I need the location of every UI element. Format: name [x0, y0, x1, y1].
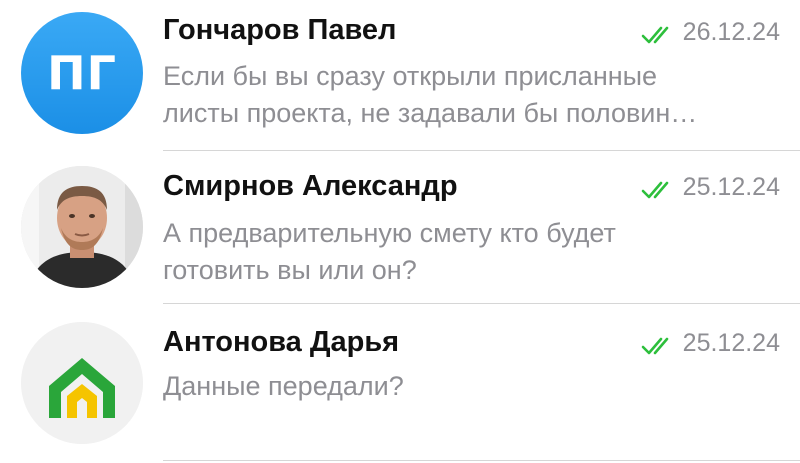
double-check-icon [641, 23, 675, 43]
avatar[interactable]: ПГ [21, 12, 143, 134]
preview-line: Если бы вы сразу открыли присланные [163, 61, 658, 91]
divider [163, 303, 800, 304]
preview-line: Данные передали? [163, 371, 404, 401]
chat-meta: 25.12.24 [641, 173, 780, 202]
chat-meta: 25.12.24 [641, 329, 780, 358]
message-preview: Если бы вы сразу открыли присланные лист… [163, 58, 783, 132]
chat-list: ПГ Гончаров Павел 26.12.24 Если бы вы ср… [0, 0, 800, 463]
chat-row[interactable]: Смирнов Александр 25.12.24 А предварител… [0, 152, 800, 305]
divider [163, 460, 800, 461]
chat-date: 25.12.24 [682, 329, 780, 357]
message-preview: Данные передали? [163, 368, 783, 405]
chat-name: Смирнов Александр [163, 170, 458, 202]
chat-meta: 26.12.24 [641, 18, 780, 47]
double-check-icon [641, 178, 675, 198]
chat-date: 26.12.24 [682, 18, 780, 46]
divider [163, 150, 800, 151]
chat-name: Антонова Дарья [163, 326, 400, 358]
message-preview: А предварительную смету кто будет готови… [163, 215, 783, 289]
house-logo-icon [21, 322, 143, 444]
avatar-initials: ПГ [47, 46, 117, 100]
preview-line: А предварительную смету кто будет [163, 218, 616, 248]
preview-line: готовить вы или он? [163, 255, 417, 285]
chat-row[interactable]: ПГ Гончаров Павел 26.12.24 Если бы вы ср… [0, 0, 800, 153]
user-photo-icon [21, 166, 143, 288]
avatar[interactable] [21, 166, 143, 288]
chat-name: Гончаров Павел [163, 14, 397, 46]
preview-line: листы проекта, не задавали бы половин… [163, 98, 698, 128]
chat-row[interactable]: Антонова Дарья 25.12.24 Данные передали? [0, 306, 800, 461]
avatar[interactable] [21, 322, 143, 444]
double-check-icon [641, 334, 675, 354]
chat-date: 25.12.24 [682, 173, 780, 201]
